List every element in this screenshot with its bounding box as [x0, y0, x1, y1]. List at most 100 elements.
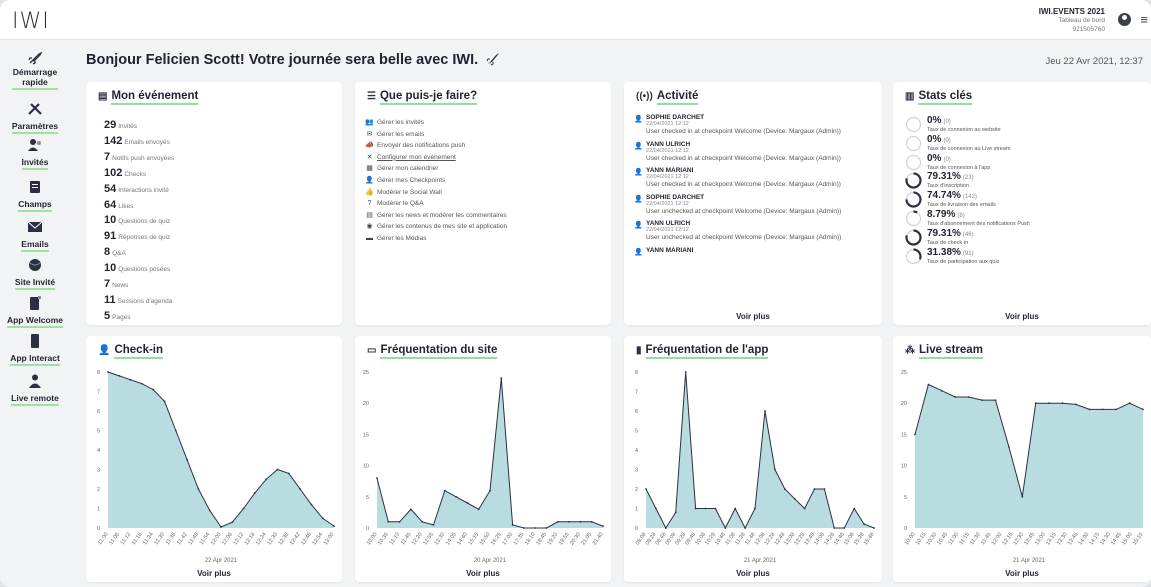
- data-point[interactable]: [310, 503, 313, 506]
- voir-plus-link[interactable]: Voir plus: [355, 569, 611, 578]
- data-point[interactable]: [1142, 408, 1144, 411]
- data-point[interactable]: [764, 410, 766, 412]
- data-point[interactable]: [163, 400, 166, 403]
- data-point[interactable]: [466, 502, 469, 504]
- data-point[interactable]: [927, 383, 930, 386]
- data-point[interactable]: [545, 527, 548, 529]
- data-point[interactable]: [684, 371, 687, 373]
- voir-plus-link[interactable]: Voir plus: [624, 569, 882, 578]
- data-point[interactable]: [1088, 408, 1091, 411]
- data-point[interactable]: [981, 399, 983, 401]
- sidebar-item-parametres[interactable]: Paramètres: [0, 102, 70, 134]
- data-point[interactable]: [152, 388, 155, 391]
- action-link[interactable]: ▦ Gérer mon calendrier: [365, 163, 507, 175]
- sidebar-item-app-welcome[interactable]: App Welcome: [0, 296, 70, 328]
- action-link[interactable]: ▤ Gérer les news et modérer les commentai…: [365, 210, 507, 222]
- data-point[interactable]: [579, 520, 582, 523]
- data-point[interactable]: [511, 524, 514, 526]
- data-point[interactable]: [197, 488, 200, 490]
- data-point[interactable]: [783, 488, 786, 490]
- action-link[interactable]: ✕ Configurer mon événement: [365, 152, 507, 164]
- data-point[interactable]: [704, 507, 707, 510]
- data-point[interactable]: [186, 458, 188, 461]
- data-point[interactable]: [754, 507, 756, 510]
- data-point[interactable]: [523, 527, 525, 529]
- data-point[interactable]: [287, 472, 290, 475]
- action-link[interactable]: ? Modérer le Q&A: [365, 198, 507, 210]
- sidebar-item-emails[interactable]: Emails: [0, 220, 70, 252]
- data-point[interactable]: [813, 488, 816, 490]
- data-point[interactable]: [602, 525, 604, 527]
- sidebar-item-site-invite[interactable]: Site Invité: [0, 258, 70, 290]
- data-point[interactable]: [967, 396, 970, 398]
- data-point[interactable]: [489, 489, 491, 492]
- data-point[interactable]: [1034, 402, 1037, 405]
- voir-plus-link[interactable]: Voir plus: [893, 569, 1151, 578]
- data-point[interactable]: [1061, 402, 1064, 405]
- action-link[interactable]: 👥 Gérer les invités: [365, 117, 507, 129]
- voir-plus-link[interactable]: Voir plus: [893, 312, 1151, 321]
- action-link[interactable]: 👍 Modérer le Social Wall: [365, 187, 507, 199]
- data-point[interactable]: [645, 488, 647, 490]
- data-point[interactable]: [276, 468, 279, 471]
- sidebar-item-app-interact[interactable]: App Interact: [0, 334, 70, 366]
- data-point[interactable]: [208, 509, 211, 512]
- action-link[interactable]: 👤 Gérer mes Checkpoints: [365, 175, 507, 187]
- activity-list[interactable]: 👤 SOPHIE DARCHET 22/04/2021 12:12 User chec…: [634, 114, 876, 309]
- action-link[interactable]: 📣 Envoyer des notifications push: [365, 140, 507, 152]
- data-point[interactable]: [1048, 402, 1050, 405]
- voir-plus-link[interactable]: Voir plus: [624, 312, 882, 321]
- data-point[interactable]: [220, 526, 222, 528]
- data-point[interactable]: [421, 520, 424, 523]
- data-point[interactable]: [940, 389, 943, 392]
- data-point[interactable]: [734, 507, 737, 510]
- data-point[interactable]: [174, 429, 177, 432]
- voir-plus-link[interactable]: Voir plus: [86, 569, 342, 578]
- data-point[interactable]: [376, 477, 378, 479]
- sidebar-item-invites[interactable]: Invités: [0, 138, 70, 170]
- data-point[interactable]: [500, 377, 503, 380]
- data-point[interactable]: [129, 378, 132, 381]
- data-point[interactable]: [299, 488, 301, 490]
- data-point[interactable]: [141, 382, 143, 385]
- data-point[interactable]: [590, 520, 593, 523]
- data-point[interactable]: [477, 508, 480, 511]
- data-point[interactable]: [853, 507, 856, 510]
- data-point[interactable]: [714, 507, 717, 510]
- data-point[interactable]: [321, 517, 324, 520]
- action-link[interactable]: ✉ Gérer les emails: [365, 129, 507, 141]
- data-point[interactable]: [1008, 446, 1010, 448]
- data-point[interactable]: [833, 527, 836, 529]
- data-point[interactable]: [803, 507, 806, 510]
- data-point[interactable]: [954, 396, 957, 398]
- hamburger-menu-icon[interactable]: ≡: [1140, 13, 1148, 26]
- data-point[interactable]: [118, 375, 121, 377]
- data-point[interactable]: [655, 507, 657, 510]
- data-point[interactable]: [1128, 402, 1131, 405]
- data-point[interactable]: [254, 492, 256, 494]
- data-point[interactable]: [1115, 408, 1118, 411]
- data-point[interactable]: [432, 524, 435, 526]
- data-point[interactable]: [556, 520, 559, 523]
- avatar-icon[interactable]: [1118, 13, 1131, 26]
- sidebar-item-demarrage[interactable]: Démarrage rapide: [0, 52, 70, 90]
- data-point[interactable]: [568, 520, 570, 523]
- data-point[interactable]: [231, 521, 234, 524]
- data-point[interactable]: [823, 488, 826, 490]
- data-point[interactable]: [873, 527, 875, 529]
- data-point[interactable]: [333, 525, 335, 527]
- data-point[interactable]: [387, 520, 390, 523]
- sidebar-item-champs[interactable]: Champs: [0, 180, 70, 212]
- data-point[interactable]: [664, 527, 667, 529]
- data-point[interactable]: [674, 511, 677, 514]
- data-point[interactable]: [774, 468, 776, 471]
- data-point[interactable]: [843, 527, 846, 529]
- data-point[interactable]: [793, 497, 796, 500]
- data-point[interactable]: [455, 495, 457, 498]
- data-point[interactable]: [107, 371, 109, 373]
- data-point[interactable]: [242, 507, 245, 510]
- action-link[interactable]: ◉ Gérer les contenus de mes site et appli…: [365, 221, 507, 233]
- data-point[interactable]: [724, 527, 727, 529]
- action-link[interactable]: ▬ Gérer les Médias: [365, 233, 507, 245]
- data-point[interactable]: [534, 527, 537, 529]
